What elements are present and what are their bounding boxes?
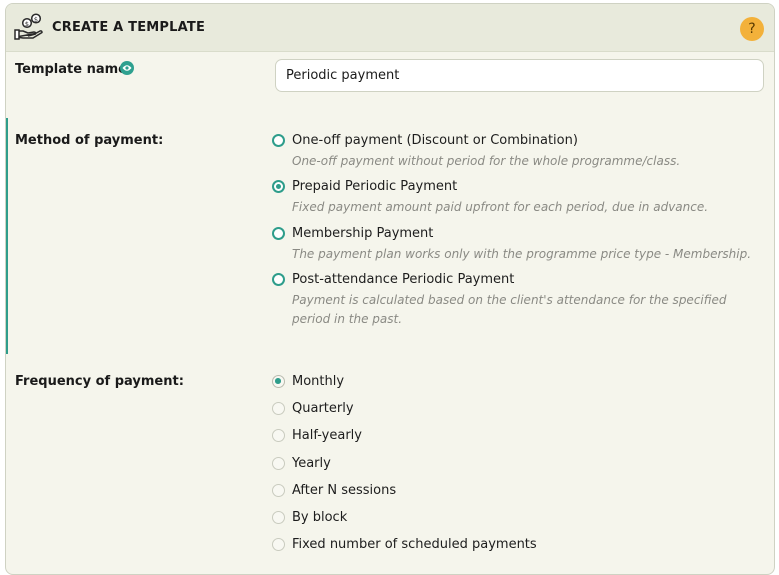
method-of-payment-label: Method of payment: (15, 133, 164, 148)
option-description: One-off payment without period for the w… (292, 154, 681, 168)
radio-button[interactable] (272, 227, 285, 240)
svg-text:$: $ (25, 20, 29, 28)
page-title: CREATE A TEMPLATE (52, 20, 206, 35)
template-name-input[interactable] (275, 59, 764, 92)
option-title: After N sessions (292, 483, 397, 498)
radio-button[interactable] (272, 484, 285, 497)
panel-header: $ $ CREATE A TEMPLATE ? (6, 4, 774, 52)
option-title: Yearly (292, 456, 331, 471)
radio-button[interactable] (272, 457, 285, 470)
option-title: By block (292, 510, 348, 525)
radio-button[interactable] (272, 273, 285, 286)
option-title: Half-yearly (292, 428, 362, 443)
svg-text:$: $ (34, 16, 38, 24)
template-name-label: Template name (15, 62, 127, 77)
option-title: Fixed number of scheduled payments (292, 537, 537, 552)
option-description: Payment is calculated based on the clien… (292, 293, 727, 326)
option-description: Fixed payment amount paid upfront for ea… (292, 200, 709, 214)
option-description: The payment plan works only with the pro… (292, 247, 752, 261)
frequency-of-payment-label: Frequency of payment: (15, 374, 184, 389)
option-title: Prepaid Periodic Payment (292, 179, 458, 194)
create-template-panel: $ $ CREATE A TEMPLATE ? Template name Me… (5, 3, 775, 575)
section-accent-bar (6, 118, 8, 354)
radio-button[interactable] (272, 134, 285, 147)
radio-button[interactable] (272, 180, 285, 193)
option-title: Monthly (292, 374, 345, 389)
radio-button[interactable] (272, 538, 285, 551)
radio-button[interactable] (272, 511, 285, 524)
option-title: Quarterly (292, 401, 354, 416)
radio-button[interactable] (272, 402, 285, 415)
option-title: Post-attendance Periodic Payment (292, 272, 515, 287)
radio-button[interactable] (272, 429, 285, 442)
radio-button[interactable] (272, 375, 285, 388)
option-title: One-off payment (Discount or Combination… (292, 133, 578, 148)
money-hand-icon: $ $ (14, 13, 44, 43)
option-title: Membership Payment (292, 226, 434, 241)
help-button[interactable]: ? (740, 17, 764, 41)
eye-icon[interactable] (120, 61, 134, 75)
